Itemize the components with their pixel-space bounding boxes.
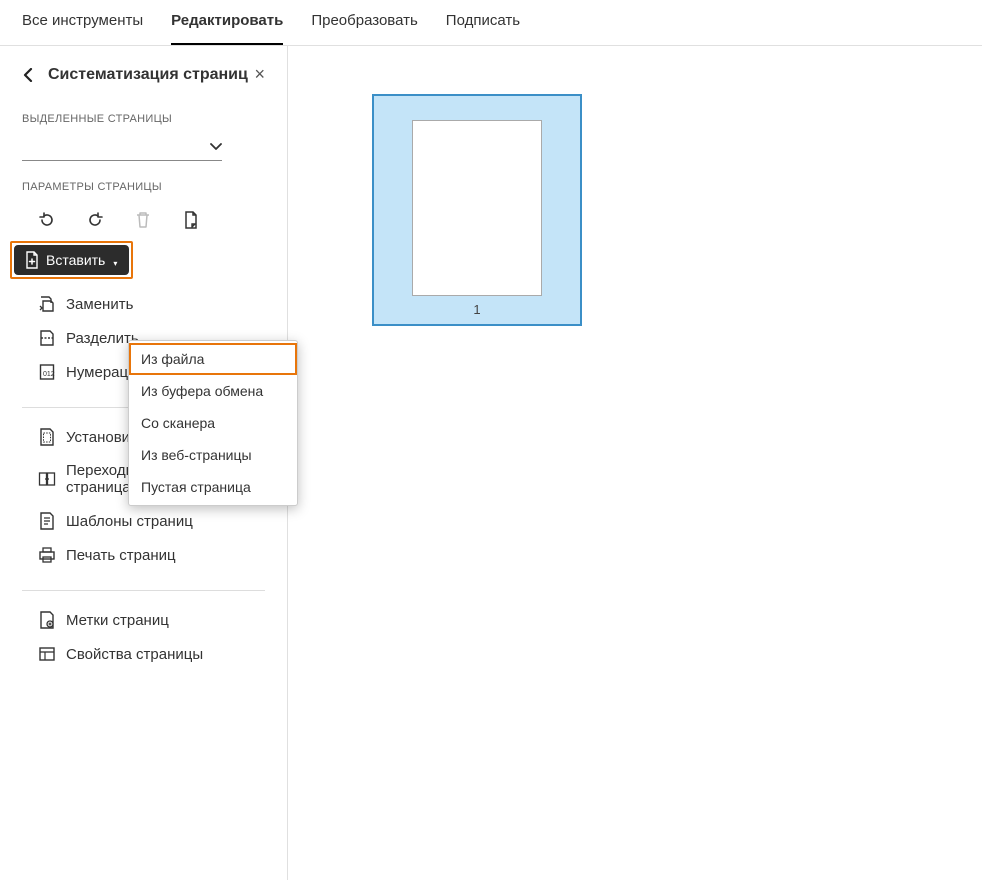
insert-button-highlight: Вставить ▾ — [10, 241, 133, 279]
rotate-cw-button[interactable] — [84, 209, 106, 231]
rotate-ccw-button[interactable] — [36, 209, 58, 231]
print-label: Печать страниц — [66, 547, 176, 564]
templates-label: Шаблоны страниц — [66, 513, 193, 530]
insert-from-clipboard[interactable]: Из буфера обмена — [129, 375, 297, 407]
page-area: 1 — [288, 46, 982, 880]
page-preview — [412, 120, 542, 296]
panel-title: Систематизация страниц — [48, 66, 250, 84]
tab-convert[interactable]: Преобразовать — [311, 12, 417, 45]
insert-menu: Из файла Из буфера обмена Со сканера Из … — [128, 340, 298, 506]
page-number: 1 — [473, 302, 480, 317]
close-panel-button[interactable]: × — [250, 64, 269, 85]
tab-sign[interactable]: Подписать — [446, 12, 520, 45]
labels-icon — [38, 611, 56, 629]
replace-button[interactable]: Заменить — [0, 287, 287, 321]
templates-button[interactable]: Шаблоны страниц — [0, 504, 287, 538]
transitions-icon — [38, 470, 56, 488]
insert-from-scanner[interactable]: Со сканера — [129, 407, 297, 439]
insert-page-icon — [24, 251, 40, 269]
insert-from-webpage[interactable]: Из веб-страницы — [129, 439, 297, 471]
separator — [22, 590, 265, 591]
properties-button[interactable]: Свойства страницы — [0, 637, 287, 671]
selected-pages-dropdown[interactable] — [22, 133, 222, 161]
chevron-down-icon — [210, 143, 222, 151]
print-button[interactable]: Печать страниц — [0, 538, 287, 572]
numbering-icon: 012 — [38, 363, 56, 381]
page-params-toolbar — [0, 201, 287, 241]
replace-icon — [38, 295, 56, 313]
tab-edit[interactable]: Редактировать — [171, 12, 283, 45]
top-tabs: Все инструменты Редактировать Преобразов… — [0, 0, 982, 46]
dropdown-triangle-icon: ▾ — [113, 259, 117, 268]
properties-label: Свойства страницы — [66, 646, 203, 663]
insert-button-label: Вставить — [46, 252, 105, 268]
split-icon — [38, 329, 56, 347]
svg-text:012: 012 — [43, 371, 55, 378]
back-button[interactable] — [18, 65, 38, 85]
left-panel: Систематизация страниц × ВЫДЕЛЕННЫЕ СТРА… — [0, 46, 288, 880]
labels-label: Метки страниц — [66, 612, 169, 629]
labels-button[interactable]: Метки страниц — [0, 603, 287, 637]
selected-pages-label: ВЫДЕЛЕННЫЕ СТРАНИЦЫ — [0, 99, 287, 133]
insert-blank-page[interactable]: Пустая страница — [129, 471, 297, 503]
print-icon — [38, 546, 56, 564]
insert-from-file[interactable]: Из файла — [129, 343, 297, 375]
properties-icon — [38, 645, 56, 663]
page-params-label: ПАРАМЕТРЫ СТРАНИЦЫ — [0, 167, 287, 201]
tab-all-tools[interactable]: Все инструменты — [22, 12, 143, 45]
extract-button[interactable] — [180, 209, 202, 231]
templates-icon — [38, 512, 56, 530]
margins-icon — [38, 428, 56, 446]
page-thumbnail-1[interactable]: 1 — [372, 94, 582, 326]
insert-button[interactable]: Вставить ▾ — [14, 245, 129, 275]
replace-label: Заменить — [66, 296, 133, 313]
delete-button[interactable] — [132, 209, 154, 231]
